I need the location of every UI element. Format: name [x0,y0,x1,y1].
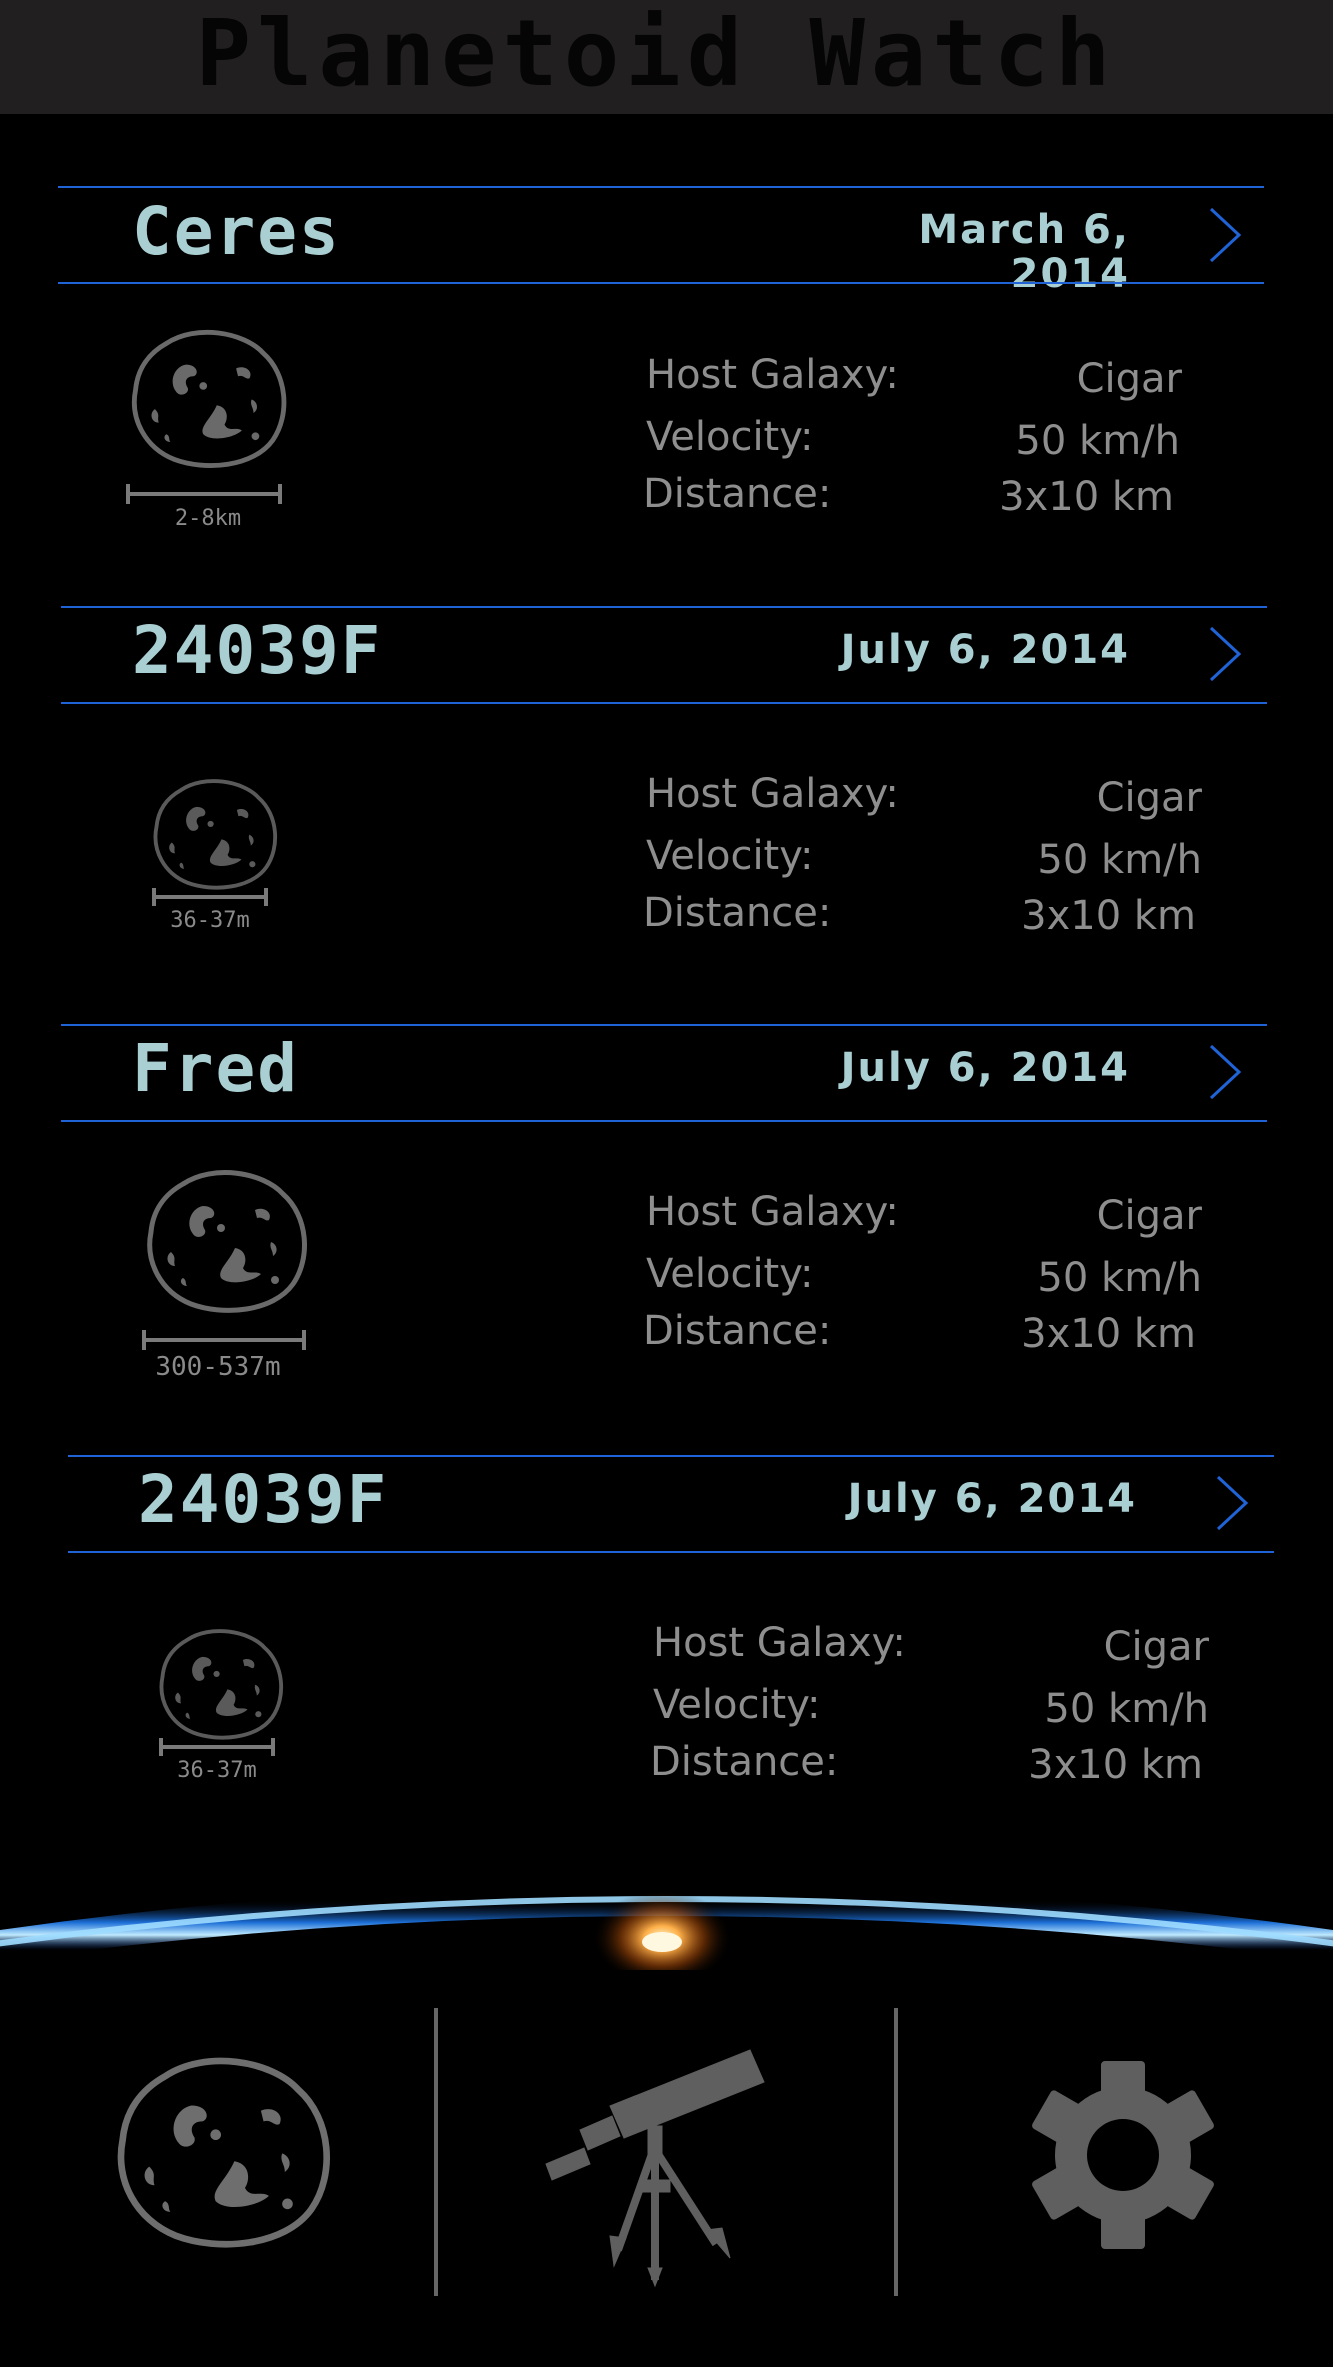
chevron-right-icon[interactable] [1205,624,1245,684]
telescope-icon[interactable] [540,2030,770,2290]
planetoid-name: 24039F [132,612,383,689]
app-title: Planetoid Watch [195,0,1117,107]
distance-value: 3x10 km [1028,1742,1203,1788]
asteroid-icon [124,326,296,471]
gear-icon[interactable] [1028,2058,1218,2252]
earth-horizon-image [0,1883,1333,1970]
planetoid-name: Ceres [132,193,341,270]
distance-label: Distance: [650,1739,839,1785]
nav-divider [894,2008,898,2296]
velocity-label: Velocity: [646,1251,814,1297]
entry-bottom-rule [61,702,1267,704]
host-galaxy-value: Cigar [1096,775,1202,821]
host-galaxy-value: Cigar [1103,1624,1209,1670]
velocity-value: 50 km/h [1037,837,1202,883]
entry-top-rule [61,1024,1267,1026]
distance-value: 3x10 km [999,474,1174,520]
size-scale-bar [159,1738,275,1756]
distance-value: 3x10 km [1021,893,1196,939]
velocity-value: 50 km/h [1044,1686,1209,1732]
chevron-right-icon[interactable] [1212,1473,1252,1533]
asteroid-icon [148,776,284,892]
host-galaxy-label: Host Galaxy: [646,1189,899,1235]
planetoid-name: Fred [132,1030,299,1107]
size-scale-bar [152,888,268,906]
size-label: 300-537m [155,1352,281,1382]
title-bar: Planetoid Watch [0,0,1333,114]
distance-label: Distance: [643,1308,832,1354]
chevron-right-icon[interactable] [1205,205,1245,265]
asteroid-icon[interactable] [112,2052,338,2252]
size-label: 2-8km [174,506,242,531]
planetoid-date: July 6, 2014 [840,627,1130,673]
host-galaxy-value: Cigar [1096,1193,1202,1239]
host-galaxy-label: Host Galaxy: [646,771,899,817]
entry-top-rule [58,186,1264,188]
planetoid-name: 24039F [138,1461,389,1538]
nav-divider [434,2008,438,2296]
planetoid-date: July 6, 2014 [840,1045,1130,1091]
velocity-label: Velocity: [646,833,814,879]
planetoid-date: July 6, 2014 [847,1476,1137,1522]
entry-bottom-rule [68,1551,1274,1553]
size-scale-bar [142,1330,306,1350]
entry-top-rule [61,606,1267,608]
velocity-label: Velocity: [653,1682,821,1728]
size-label: 36-37m [177,1758,257,1783]
host-galaxy-value: Cigar [1076,356,1182,402]
entry-bottom-rule [61,1120,1267,1122]
velocity-value: 50 km/h [1015,418,1180,464]
host-galaxy-label: Host Galaxy: [646,352,899,398]
size-label: 36-37m [170,908,250,933]
distance-label: Distance: [643,471,832,517]
distance-value: 3x10 km [1021,1311,1196,1357]
entry-top-rule [68,1455,1274,1457]
asteroid-icon [140,1166,316,1316]
host-galaxy-label: Host Galaxy: [653,1620,906,1666]
velocity-value: 50 km/h [1037,1255,1202,1301]
chevron-right-icon[interactable] [1205,1042,1245,1102]
distance-label: Distance: [643,890,832,936]
velocity-label: Velocity: [646,414,814,460]
size-scale-bar [126,484,282,504]
entry-bottom-rule [58,282,1264,284]
asteroid-icon [154,1626,290,1742]
